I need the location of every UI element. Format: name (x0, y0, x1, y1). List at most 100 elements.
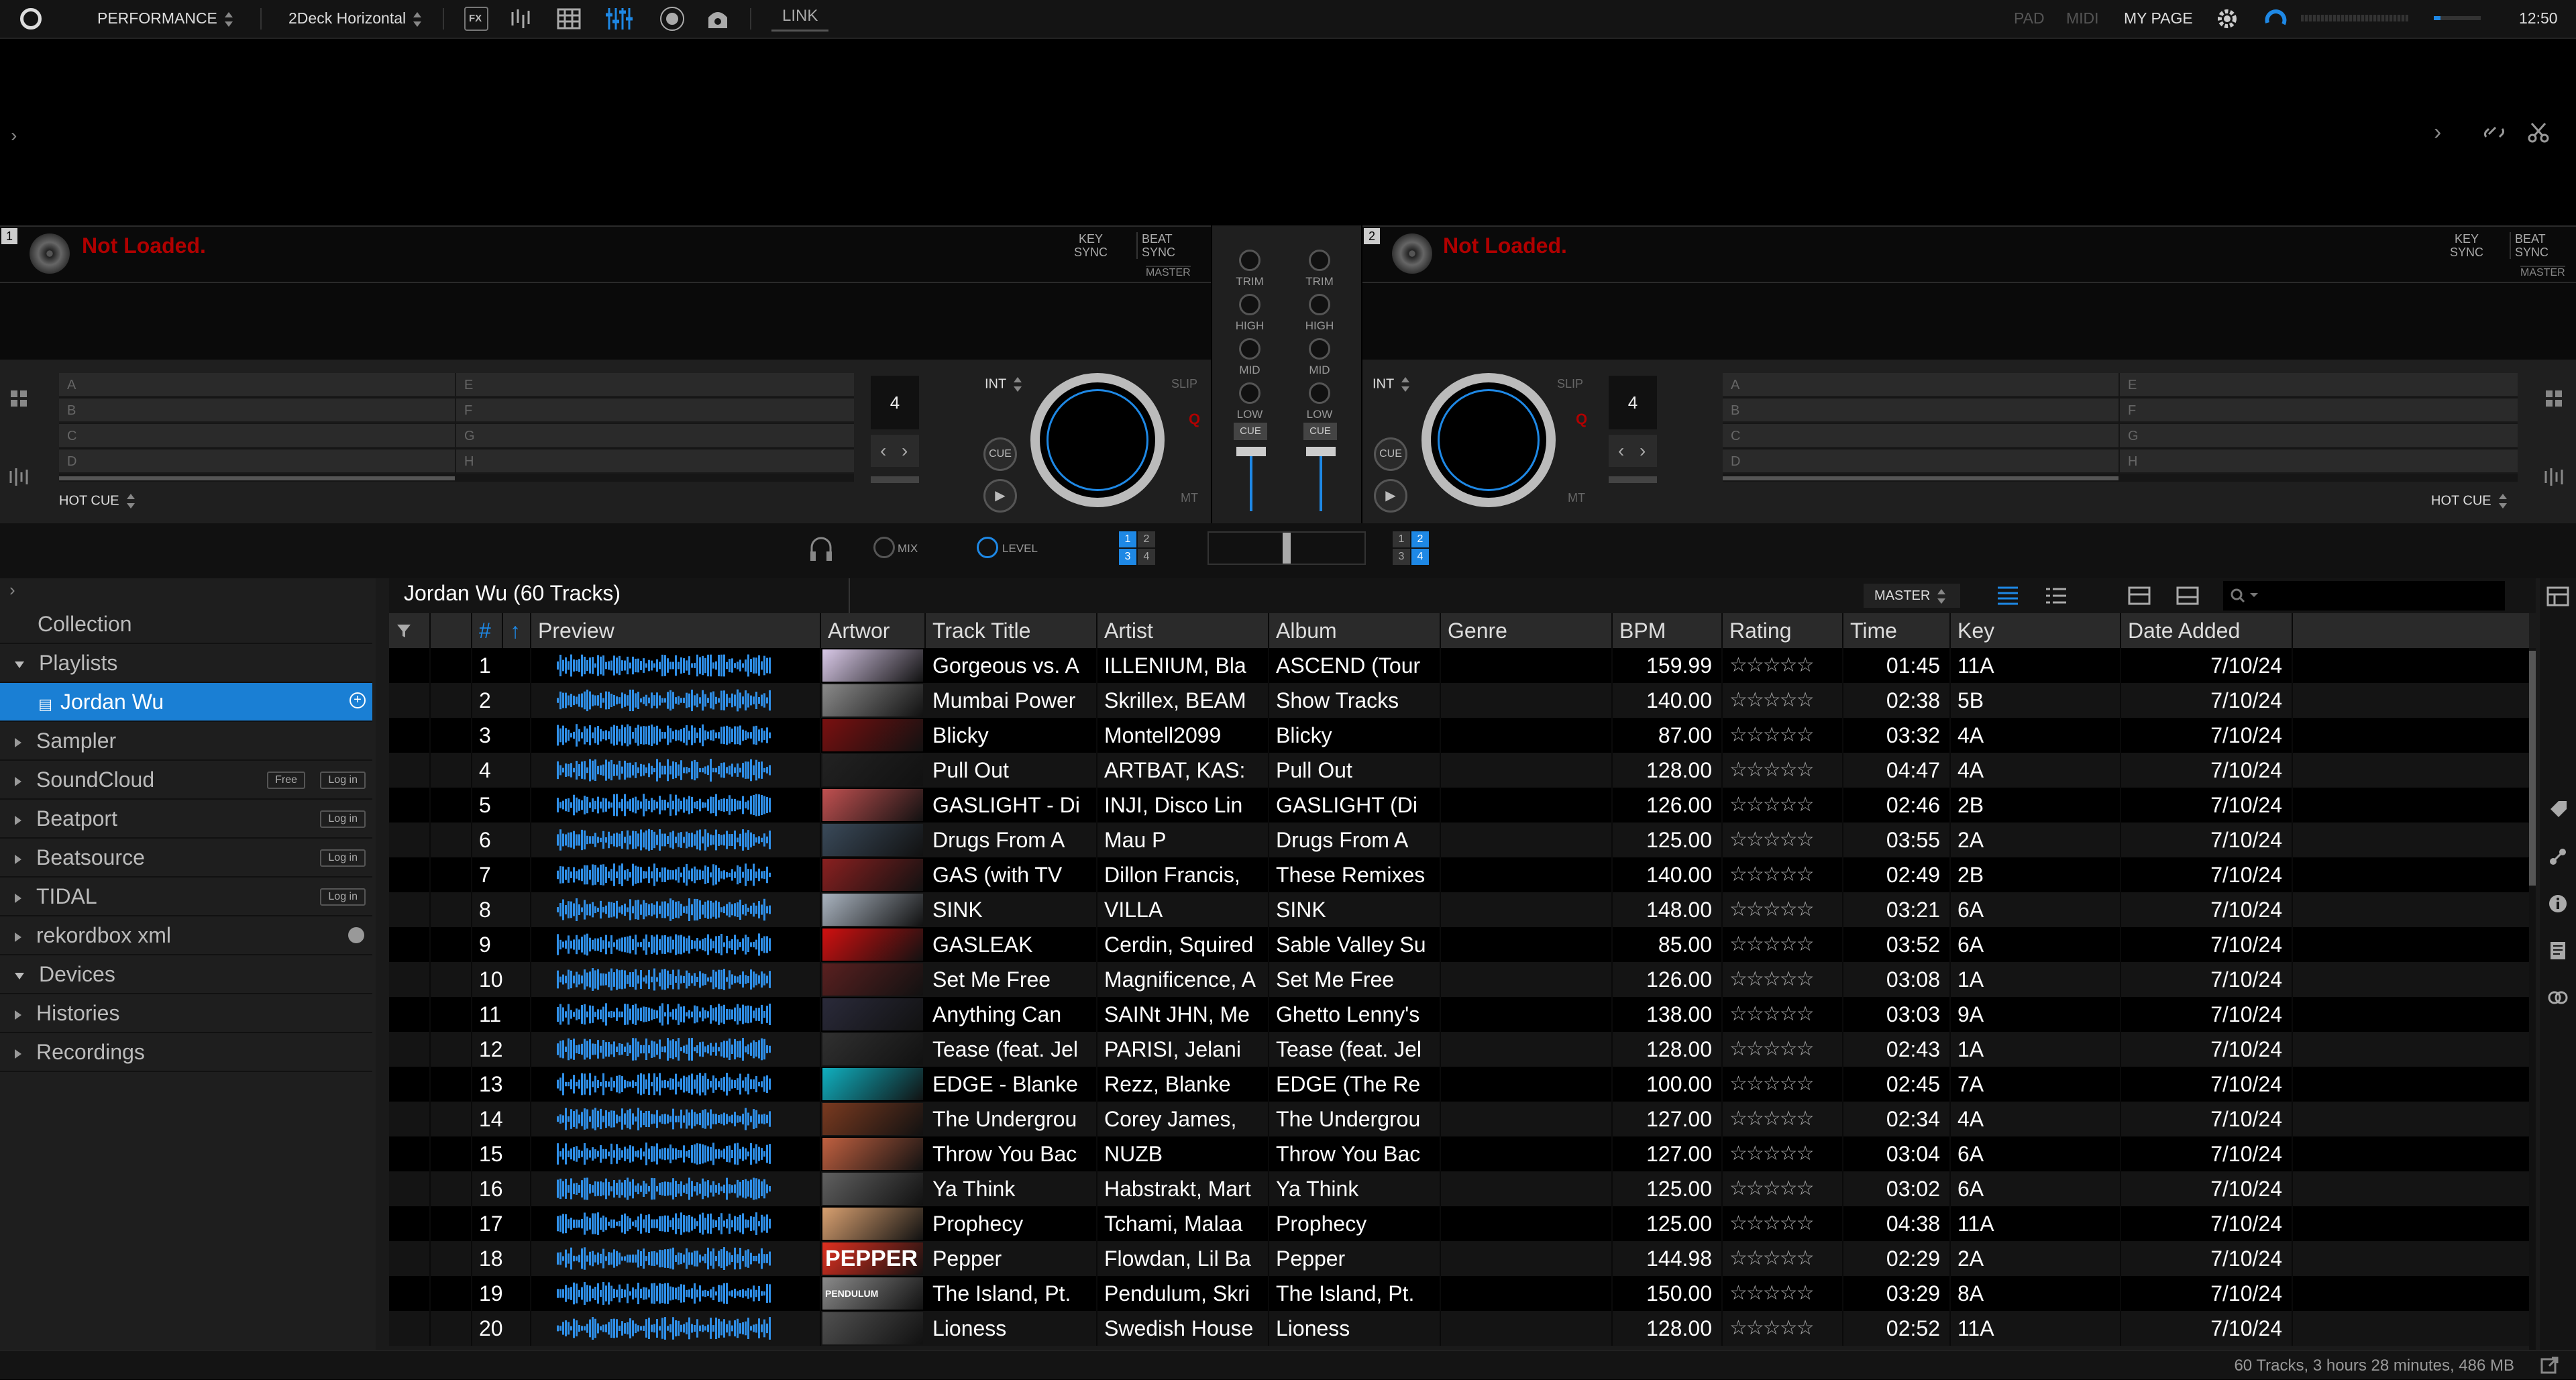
deck-2-quantize-button[interactable]: Q (1576, 411, 1587, 428)
row-tag[interactable] (431, 857, 472, 892)
hotcue-pad-a[interactable]: A (1723, 373, 2118, 397)
hotcue-pad-g[interactable]: G (2120, 424, 2518, 448)
track-rating[interactable]: ☆☆☆☆☆ (1723, 1311, 1843, 1346)
preview-waveform[interactable] (557, 828, 771, 852)
hotcue-pad-c[interactable]: C (59, 424, 455, 448)
deck-1-waveform-toggle-icon[interactable] (8, 467, 32, 490)
track-rating[interactable]: ☆☆☆☆☆ (1723, 1032, 1843, 1067)
column-number[interactable]: # (472, 613, 503, 648)
row-tag[interactable] (431, 1171, 472, 1206)
row-tag[interactable] (431, 822, 472, 857)
link-button[interactable]: LINK (771, 3, 829, 32)
deck-2-cue-button[interactable]: CUE (1374, 437, 1407, 471)
headphone-mix-knob[interactable] (873, 537, 895, 558)
deck-1-hotcue-selector[interactable]: HOT CUE (59, 492, 136, 510)
expand-right-chevron-icon[interactable]: › (2434, 119, 2441, 146)
preview-waveform[interactable] (557, 723, 771, 747)
settings-gear-icon[interactable] (2215, 7, 2239, 34)
sidebar-item-jordan-wu[interactable]: ▤ Jordan Wu + (0, 683, 372, 722)
row-tag[interactable] (431, 788, 472, 822)
hotcue-pad-e[interactable]: E (2120, 373, 2518, 397)
column-album[interactable]: Album (1269, 613, 1441, 648)
grid-icon[interactable] (557, 7, 581, 31)
link-icon[interactable] (2482, 121, 2506, 145)
deck-1-slip-button[interactable]: SLIP (1171, 377, 1197, 391)
fx-assign-3[interactable]: 3 (1393, 549, 1410, 565)
column-track-title[interactable]: Track Title (926, 613, 1097, 648)
sort-ascending-icon[interactable]: ↑ (503, 613, 531, 648)
sidebar-item-soundcloud[interactable]: SoundCloud Log in Free (0, 761, 372, 800)
row-check[interactable] (389, 788, 431, 822)
track-rating[interactable]: ☆☆☆☆☆ (1723, 683, 1843, 718)
fx-assign-4[interactable]: 4 (1411, 549, 1429, 565)
master-volume-slider[interactable] (2434, 16, 2481, 20)
column-artwork[interactable]: Artwor (821, 613, 926, 648)
row-tag[interactable] (431, 1032, 472, 1067)
row-tag[interactable] (431, 1102, 472, 1136)
row-check[interactable] (389, 753, 431, 788)
row-tag[interactable] (431, 1311, 472, 1346)
preview-waveform[interactable] (557, 1212, 771, 1236)
row-tag[interactable] (431, 1241, 472, 1276)
table-row[interactable]: 18 PEPPER Pepper Flowdan, Lil Ba Pepper 144.9… (389, 1241, 2529, 1276)
deck-2-int-selector[interactable]: INT (1373, 376, 1410, 393)
search-input[interactable] (2223, 581, 2505, 611)
track-rating[interactable]: ☆☆☆☆☆ (1723, 962, 1843, 997)
track-rating[interactable]: ☆☆☆☆☆ (1723, 1136, 1843, 1171)
deck-1-play-button[interactable]: ▶ (983, 479, 1017, 513)
deck-1-jog-wheel[interactable] (1030, 373, 1165, 507)
row-check[interactable] (389, 892, 431, 927)
deck-1-pad-scroll[interactable] (59, 476, 455, 480)
split-view-icon[interactable] (2128, 585, 2151, 610)
table-row[interactable]: 10 Set Me Free Magnificence, A Set Me Free 1… (389, 962, 2529, 997)
ch2-low-knob[interactable] (1309, 382, 1330, 404)
preview-waveform[interactable] (557, 1072, 771, 1096)
deck-1-master-button[interactable]: MASTER (1146, 266, 1191, 279)
track-rating[interactable]: ☆☆☆☆☆ (1723, 927, 1843, 962)
preview-waveform[interactable] (557, 1107, 771, 1131)
ch1-mid-knob[interactable] (1239, 338, 1260, 360)
deck-2-master-tempo-button[interactable]: MT (1568, 491, 1585, 505)
ch1-trim-knob[interactable] (1239, 250, 1260, 271)
table-row[interactable]: 14 The Undergrou Corey James, The Undergrou… (389, 1102, 2529, 1136)
mode-selector[interactable]: PERFORMANCE (97, 9, 233, 28)
expanded-arrow-icon[interactable] (15, 661, 24, 668)
row-check[interactable] (389, 1311, 431, 1346)
ch1-low-knob[interactable] (1239, 382, 1260, 404)
track-rating[interactable]: ☆☆☆☆☆ (1723, 753, 1843, 788)
track-rating[interactable]: ☆☆☆☆☆ (1723, 1206, 1843, 1241)
collapsed-arrow-icon[interactable] (15, 854, 21, 864)
deck-2-waveform-toggle-icon[interactable] (2543, 467, 2567, 490)
preview-waveform[interactable] (557, 967, 771, 992)
tag-icon[interactable] (2548, 800, 2568, 823)
crossfader[interactable] (1283, 533, 1291, 564)
deck-2-slip-button[interactable]: SLIP (1557, 377, 1583, 391)
fx-assign-1[interactable]: 1 (1393, 531, 1410, 547)
loop-next-icon[interactable]: › (1640, 435, 1646, 467)
loop-prev-icon[interactable]: ‹ (1618, 435, 1624, 467)
deck-1-key-sync-button[interactable]: KEY SYNC (1073, 232, 1108, 259)
row-check[interactable] (389, 857, 431, 892)
ch2-cue-button[interactable]: CUE (1303, 423, 1337, 440)
sidebar-item-sampler[interactable]: Sampler (0, 722, 372, 761)
track-rating[interactable]: ☆☆☆☆☆ (1723, 1067, 1843, 1102)
deck-2-beat-loop-count[interactable]: 4 (1609, 376, 1657, 429)
row-tag[interactable] (431, 1276, 472, 1311)
row-tag[interactable] (431, 927, 472, 962)
sampler-icon[interactable] (510, 7, 534, 31)
preview-waveform[interactable] (557, 1037, 771, 1061)
table-row[interactable]: 13 EDGE - Blanke Rezz, Blanke EDGE (The Re 1… (389, 1067, 2529, 1102)
fx-button[interactable]: FX (464, 7, 488, 31)
deck-1-int-selector[interactable]: INT (985, 376, 1022, 393)
sidebar-item-collection[interactable]: Collection (0, 605, 372, 644)
ch2-fader[interactable] (1306, 447, 1336, 456)
hotcue-pad-g[interactable]: G (456, 424, 854, 448)
log-in-button[interactable]: Log in (320, 772, 366, 789)
log-in-button[interactable]: Log in (320, 810, 366, 828)
info-icon[interactable] (2548, 894, 2568, 917)
column-key[interactable]: Key (1951, 613, 2121, 648)
related-icon[interactable] (2548, 847, 2568, 870)
deck-1-master-tempo-button[interactable]: MT (1181, 491, 1198, 505)
xml-refresh-icon[interactable] (348, 927, 364, 943)
column-time[interactable]: Time (1843, 613, 1951, 648)
